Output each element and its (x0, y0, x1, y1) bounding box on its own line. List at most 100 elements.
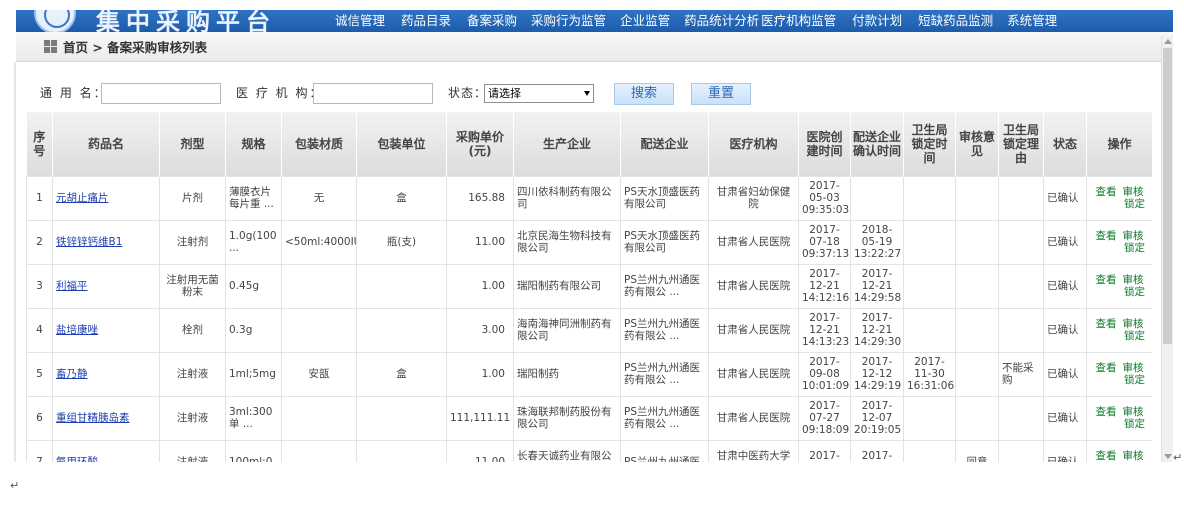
lock-link[interactable]: 锁定 (1124, 374, 1145, 386)
view-link[interactable]: 查看 (1096, 318, 1117, 330)
cell-dosage-form: 片剂 (159, 175, 226, 221)
cell-row-number: 3 (26, 263, 53, 309)
col-header: 采购单价(元) (446, 112, 514, 176)
view-link[interactable]: 查看 (1096, 230, 1117, 242)
table-row: 6 重组甘精胰岛素 注射液 3ml:300单 ... 111,111.11 珠海联邦制药股… (26, 395, 1152, 441)
audit-link-text: 审核 (1122, 230, 1144, 242)
col-header: 状态 (1043, 112, 1087, 176)
col-header: 审核意见 (955, 112, 999, 176)
cell-health-bureau-lock-time (903, 395, 956, 441)
cell-drug-name: 畜乃静 (52, 351, 160, 397)
cell-distributor: PS天水顶盛医药有限公司 (620, 219, 709, 265)
drug-name-link[interactable]: 利福平 (56, 280, 88, 292)
audit-lock-link[interactable]: 审核 (1123, 186, 1144, 198)
cell-hospital-created-time: 2017-07-18 09:37:13 (798, 219, 851, 265)
search-button[interactable]: 搜索 (614, 83, 674, 105)
cell-row-number: 2 (26, 219, 53, 265)
cell-health-bureau-lock-time (903, 439, 956, 462)
institution-input[interactable] (313, 83, 433, 104)
cell-manufacturer: 珠海联邦制药股份有限公司 (513, 395, 621, 441)
lock-link[interactable]: 锁定 (1124, 286, 1145, 298)
audit-lock-link[interactable]: 审核 (1123, 318, 1144, 330)
content-panel: 通 用 名： 医 疗 机 构： 状态： 请选择 搜索 重置 序号 药品名 剂型 … (26, 62, 1152, 462)
drug-name-link[interactable]: 盐培康唑 (56, 324, 98, 336)
nav-item-behavior-supervision[interactable]: 采购行为监管 (524, 10, 613, 32)
view-link[interactable]: 查看 (1096, 274, 1117, 286)
col-header: 医院创建时间 (798, 112, 851, 176)
cell-health-bureau-lock-time (903, 219, 956, 265)
col-header: 剂型 (159, 112, 226, 176)
generic-name-input[interactable] (101, 83, 221, 104)
nav-item-system-admin[interactable]: 系统管理 (1000, 10, 1064, 32)
audit-lock-link[interactable]: 审核 (1123, 230, 1144, 242)
scroll-up-arrow-icon[interactable] (1164, 39, 1172, 44)
cell-package-unit (356, 395, 447, 441)
col-header: 包装材质 (281, 112, 357, 176)
drug-name-link[interactable]: 重组甘精胰岛素 (56, 412, 130, 424)
cell-hospital-created-time: 2017-05-03 09:35:03 (798, 175, 851, 221)
breadcrumb-text[interactable]: 首页 > 备案采购审核列表 (63, 37, 207, 56)
drug-name-link[interactable]: 元胡止痛片 (56, 192, 109, 204)
col-header: 包装单位 (356, 112, 447, 176)
cell-hospital: 甘肃省人民医院 (708, 307, 799, 353)
cell-hospital-created-time: 2017-12-21 14:12:16 (798, 263, 851, 309)
cell-unit-price: 11.00 (446, 219, 514, 265)
scrollbar-thumb[interactable] (1163, 48, 1172, 344)
nav-item-institution-supervision[interactable]: 医疗机构监管 (761, 10, 843, 32)
lock-link[interactable]: 锁定 (1124, 242, 1145, 254)
breadcrumb: 首页 > 备案采购审核列表 (16, 32, 1173, 62)
audit-link-text: 审核 (1122, 318, 1144, 330)
cell-dosage-form: 注射剂 (159, 219, 226, 265)
cell-hospital-created-time: 2017-09-08 10:01:09 (798, 351, 851, 397)
nav-item-payment-plan[interactable]: 付款计划 (843, 10, 911, 32)
view-link[interactable]: 查看 (1096, 362, 1117, 374)
col-header: 配送企业 (620, 112, 709, 176)
nav-item-drug-statistics[interactable]: 药品统计分析 (677, 10, 761, 32)
cell-package-material: <50ml:4000IU (281, 219, 357, 265)
cell-lock-reason (998, 175, 1044, 221)
nav-item-catalog[interactable]: 药品目录 (392, 10, 460, 32)
cell-row-number: 1 (26, 175, 53, 221)
cell-dosage-form: 注射用无菌粉末 (159, 263, 226, 309)
reset-button[interactable]: 重置 (691, 83, 751, 105)
cell-package-unit (356, 307, 447, 353)
nav-item-enterprise-supervision[interactable]: 企业监管 (613, 10, 677, 32)
view-link[interactable]: 查看 (1096, 450, 1117, 462)
platform-logo-icon (34, 10, 76, 32)
audit-lock-link[interactable]: 审核 (1123, 274, 1144, 286)
lock-link[interactable]: 锁定 (1124, 418, 1145, 430)
vertical-scrollbar[interactable] (1161, 36, 1173, 462)
cell-audit-opinion (955, 395, 999, 441)
cell-audit-opinion (955, 263, 999, 309)
drug-name-link[interactable]: 氨甲环酸 (56, 456, 98, 462)
lock-link[interactable]: 锁定 (1124, 198, 1145, 210)
audit-lock-link[interactable]: 审核 (1123, 450, 1144, 462)
col-header: 操作 (1086, 112, 1152, 176)
status-select[interactable]: 请选择 (484, 84, 594, 103)
cell-status: 已确认 (1043, 175, 1087, 221)
drug-name-link[interactable]: 铁锌锌钙维B1 (56, 236, 122, 248)
cell-actions: 查看审核锁定 (1086, 219, 1152, 265)
nav-item-shortage-monitor[interactable]: 短缺药品监测 (911, 10, 1000, 32)
cell-manufacturer: 瑞阳制药有限公司 (513, 263, 621, 309)
cell-package-material (281, 307, 357, 353)
lock-link[interactable]: 锁定 (1124, 330, 1145, 342)
audit-lock-link[interactable]: 审核 (1123, 362, 1144, 374)
drug-name-link[interactable]: 畜乃静 (56, 368, 88, 380)
cell-audit-opinion (955, 307, 999, 353)
cell-status: 已确认 (1043, 219, 1087, 265)
cell-distributor-confirm-time: 2017-12-07 20:19:05 (850, 395, 904, 441)
institution-label: 医 疗 机 构： (236, 86, 324, 100)
view-link[interactable]: 查看 (1096, 186, 1117, 198)
nav-item-filing-purchase[interactable]: 备案采购 (460, 10, 524, 32)
nav-item-credit[interactable]: 诚信管理 (328, 10, 392, 32)
cell-unit-price: 11.00 (446, 439, 514, 462)
lock-link-text: 锁定 (1124, 286, 1145, 298)
cell-row-number: 4 (26, 307, 53, 353)
audit-lock-link[interactable]: 审核 (1123, 406, 1144, 418)
table-row: 2 铁锌锌钙维B1 注射剂 1.0g(100 ... <50ml:4000IU 瓶(支) 1… (26, 219, 1152, 265)
cell-health-bureau-lock-time (903, 175, 956, 221)
view-link[interactable]: 查看 (1096, 406, 1117, 418)
scroll-down-arrow-icon[interactable] (1164, 454, 1172, 459)
cell-hospital: 甘肃省人民医院 (708, 219, 799, 265)
